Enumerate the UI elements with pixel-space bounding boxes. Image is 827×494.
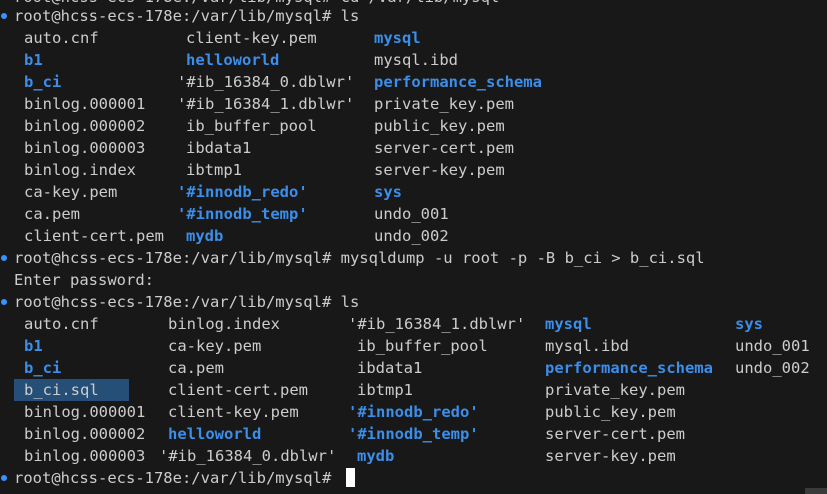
command-line-2: root@hcss-ecs-178e:/var/lib/mysql# mysql… xyxy=(14,247,705,269)
file-entry: public_key.pem xyxy=(545,403,676,421)
file-entry: ca-key.pem xyxy=(168,337,262,355)
file-entry: binlog.index xyxy=(24,161,136,179)
prompt-text: root@hcss-ecs-178e:/var/lib/mysql# xyxy=(14,293,341,311)
file-entry: binlog.000001 xyxy=(24,95,146,113)
file-entry: server-key.pem xyxy=(545,447,676,465)
file-entry: binlog.000001 xyxy=(24,403,146,421)
command-text: mysqldump -u root -p -B b_ci > b_ci.sql xyxy=(340,249,705,267)
file-entry: client-key.pem xyxy=(168,403,299,421)
file-entry: '#innodb_redo' xyxy=(177,183,308,201)
file-entry: b1 xyxy=(24,337,43,355)
file-entry: public_key.pem xyxy=(374,117,505,135)
prompt-text: root@hcss-ecs-178e:/var/lib/mysql# xyxy=(14,7,341,25)
text-cursor xyxy=(345,468,355,487)
file-entry: helloworld xyxy=(168,425,262,443)
command-text: ls xyxy=(340,7,360,25)
command-line-4[interactable]: root@hcss-ecs-178e:/var/lib/mysql# xyxy=(14,467,355,489)
file-entry: client-key.pem xyxy=(186,29,317,47)
file-entry: binlog.000002 xyxy=(24,117,146,135)
file-entry: mydb xyxy=(357,447,395,465)
file-entry: binlog.000003 xyxy=(24,139,146,157)
terminal-window[interactable]: root@hcss-ecs-178e:/var/lib/mysql# cd /v… xyxy=(0,0,827,494)
file-entry: '#ib_16384_0.dblwr' xyxy=(159,447,337,465)
file-entry: undo_001 xyxy=(735,337,810,355)
password-prompt: Enter password: xyxy=(14,271,154,289)
file-entry: '#ib_16384_0.dblwr' xyxy=(177,73,355,91)
file-entry: ib_buffer_pool xyxy=(357,337,488,355)
file-entry: sys xyxy=(735,315,763,333)
prompt-text: root@hcss-ecs-178e:/var/lib/mysql# xyxy=(14,249,341,267)
file-entry: performance_schema xyxy=(545,359,713,377)
file-entry: private_key.pem xyxy=(545,381,685,399)
file-entry: mysql xyxy=(374,29,421,47)
command-line-1: root@hcss-ecs-178e:/var/lib/mysql# ls xyxy=(14,5,359,27)
file-entry: ibdata1 xyxy=(357,359,423,377)
file-entry: binlog.000003 xyxy=(24,447,146,465)
file-entry: '#innodb_temp' xyxy=(177,205,308,223)
file-entry: server-cert.pem xyxy=(374,139,514,157)
file-entry: server-cert.pem xyxy=(545,425,685,443)
file-entry: mysql xyxy=(545,315,592,333)
prompt-marker-icon xyxy=(1,299,7,305)
file-entry: auto.cnf xyxy=(24,315,99,333)
file-entry: binlog.000002 xyxy=(24,425,146,443)
file-entry: '#innodb_redo' xyxy=(348,403,479,421)
file-entry: server-key.pem xyxy=(374,161,505,179)
prompt-marker-icon xyxy=(1,475,7,481)
file-entry: sys xyxy=(374,183,402,201)
file-entry: performance_schema xyxy=(374,73,542,91)
file-entry: '#ib_16384_1.dblwr' xyxy=(348,315,526,333)
file-entry: '#innodb_temp' xyxy=(348,425,479,443)
command-text: ls xyxy=(340,293,360,311)
file-entry: '#ib_16384_1.dblwr' xyxy=(177,95,355,113)
prompt-text: root@hcss-ecs-178e:/var/lib/mysql# xyxy=(14,469,341,487)
file-entry: undo_002 xyxy=(374,227,449,245)
file-entry: ib_buffer_pool xyxy=(186,117,317,135)
file-entry: undo_002 xyxy=(735,359,810,377)
file-entry: ca.pem xyxy=(24,205,80,223)
file-entry: client-cert.pem xyxy=(24,227,164,245)
file-entry: ibtmp1 xyxy=(186,161,242,179)
file-entry: ca.pem xyxy=(168,359,224,377)
selected-file-entry: b_ci.sql xyxy=(14,379,129,401)
file-entry: helloworld xyxy=(186,51,280,69)
file-entry: mydb xyxy=(186,227,224,245)
prompt-marker-icon xyxy=(1,13,7,19)
file-entry: client-cert.pem xyxy=(168,381,308,399)
command-line-3: root@hcss-ecs-178e:/var/lib/mysql# ls xyxy=(14,291,359,313)
file-entry: ibdata1 xyxy=(186,139,252,157)
file-entry: mysql.ibd xyxy=(545,337,629,355)
file-entry: private_key.pem xyxy=(374,95,514,113)
file-entry: undo_001 xyxy=(374,205,449,223)
file-entry: b_ci xyxy=(24,73,62,91)
file-entry: mysql.ibd xyxy=(374,51,458,69)
file-entry: binlog.index xyxy=(168,315,280,333)
file-entry: auto.cnf xyxy=(24,29,99,47)
file-entry: ca-key.pem xyxy=(24,183,118,201)
file-entry: b1 xyxy=(24,51,43,69)
scrollbar-thumb[interactable] xyxy=(805,488,827,494)
file-entry: ibtmp1 xyxy=(357,381,413,399)
file-entry: b_ci xyxy=(24,359,62,377)
prompt-marker-icon xyxy=(1,255,7,261)
